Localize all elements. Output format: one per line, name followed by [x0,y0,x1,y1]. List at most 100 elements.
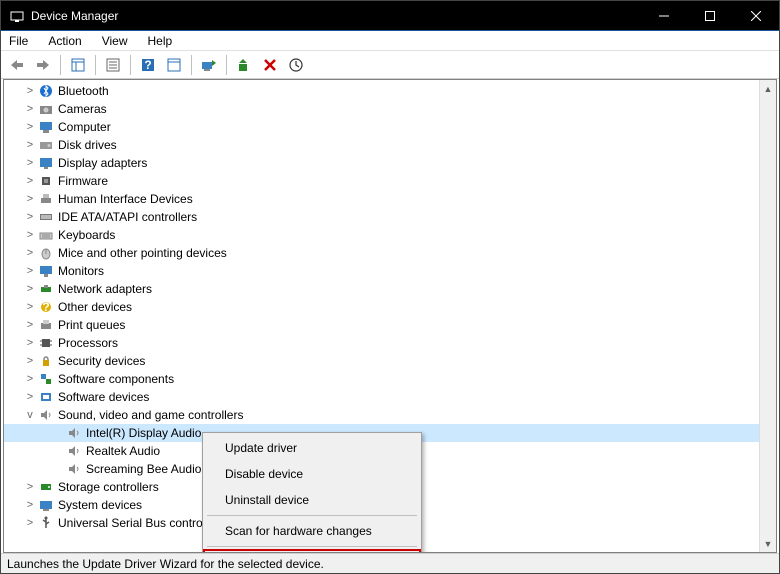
toolbar-action-button[interactable] [162,53,186,77]
tree-label: Firmware [58,174,108,188]
firmware-icon [38,173,54,189]
chevron-right-icon[interactable]: > [24,121,36,133]
tree-node-network[interactable]: >Network adapters [4,280,759,298]
tree-label: Disk drives [58,138,117,152]
toolbar-forward-button[interactable] [31,53,55,77]
tree-label: Universal Serial Bus controllers [58,516,225,530]
scroll-up-icon[interactable]: ▲ [760,80,776,97]
system-device-icon [38,497,54,513]
context-menu-properties[interactable]: Properties [203,549,421,553]
sound-icon [66,443,82,459]
chevron-down-icon[interactable]: v [24,409,36,421]
chevron-right-icon[interactable]: > [24,211,36,223]
tree-label: Storage controllers [58,480,159,494]
menu-help[interactable]: Help [144,32,177,50]
chevron-right-icon[interactable]: > [24,499,36,511]
chevron-right-icon[interactable]: > [24,355,36,367]
chevron-right-icon[interactable]: > [24,265,36,277]
chevron-right-icon[interactable]: > [24,247,36,259]
chevron-right-icon[interactable]: > [24,391,36,403]
context-menu-disable-device[interactable]: Disable device [205,461,419,487]
vertical-scrollbar[interactable]: ▲ ▼ [759,80,776,552]
tree-node-processors[interactable]: >Processors [4,334,759,352]
tree-label: Software components [58,372,174,386]
tree-label: Other devices [58,300,132,314]
tree-label: Security devices [58,354,145,368]
tree-node-print-queues[interactable]: >Print queues [4,316,759,334]
tree-node-bluetooth[interactable]: > Bluetooth [4,82,759,100]
sound-icon [66,461,82,477]
chevron-right-icon[interactable]: > [24,175,36,187]
title-bar: Device Manager [1,1,779,31]
tree-node-other[interactable]: >? Other devices [4,298,759,316]
toolbar-back-button[interactable] [5,53,29,77]
keyboard-icon [38,227,54,243]
svg-text:?: ? [42,300,49,314]
tree-node-sound[interactable]: v Sound, video and game controllers [4,406,759,424]
tree-label: System devices [58,498,142,512]
toolbar-update-driver-button[interactable] [232,53,256,77]
chevron-right-icon[interactable]: > [24,283,36,295]
tree-label: Bluetooth [58,84,109,98]
maximize-button[interactable] [687,1,733,31]
printer-icon [38,317,54,333]
toolbar-scan-button[interactable] [197,53,221,77]
scroll-down-icon[interactable]: ▼ [760,535,776,552]
tree-node-ide[interactable]: >IDE ATA/ATAPI controllers [4,208,759,226]
tree-label: Monitors [58,264,104,278]
toolbar: ? [1,51,779,79]
chevron-right-icon[interactable]: > [24,139,36,151]
software-device-icon [38,389,54,405]
tree-node-software-components[interactable]: > Software components [4,370,759,388]
tree-node-keyboards[interactable]: > Keyboards [4,226,759,244]
tree-node-computer[interactable]: > Computer [4,118,759,136]
chevron-right-icon[interactable]: > [24,193,36,205]
context-menu-uninstall-device[interactable]: Uninstall device [205,487,419,513]
chevron-right-icon[interactable]: > [24,157,36,169]
status-text: Launches the Update Driver Wizard for th… [7,557,324,571]
tree-node-cameras[interactable]: >Cameras [4,100,759,118]
chevron-right-icon[interactable]: > [24,103,36,115]
tree-node-monitors[interactable]: > Monitors [4,262,759,280]
tree-node-software-devices[interactable]: >Software devices [4,388,759,406]
chevron-right-icon[interactable]: > [24,229,36,241]
tree-node-display-adapters[interactable]: >Display adapters [4,154,759,172]
context-menu-scan-hardware[interactable]: Scan for hardware changes [205,518,419,544]
sound-icon [38,407,54,423]
toolbar-properties-button[interactable] [101,53,125,77]
menu-file[interactable]: File [5,32,32,50]
chevron-right-icon[interactable]: > [24,85,36,97]
context-menu-update-driver[interactable]: Update driver [205,435,419,461]
toolbar-show-hide-tree-button[interactable] [66,53,90,77]
tree-node-firmware[interactable]: > Firmware [4,172,759,190]
chevron-right-icon[interactable]: > [24,319,36,331]
tree-label: Mice and other pointing devices [58,246,227,260]
tree-label: Computer [58,120,111,134]
menu-view[interactable]: View [98,32,132,50]
chevron-right-icon[interactable]: > [24,481,36,493]
chevron-right-icon[interactable]: > [24,517,36,529]
tree-label: Keyboards [58,228,115,242]
tree-node-disk-drives[interactable]: > Disk drives [4,136,759,154]
tree-node-mice[interactable]: > Mice and other pointing devices [4,244,759,262]
menu-action[interactable]: Action [44,32,85,50]
content-area: > Bluetooth >Cameras > Computer > Disk driv… [3,79,777,553]
tree-label: Sound, video and game controllers [58,408,243,422]
chevron-right-icon[interactable]: > [24,301,36,313]
tree-node-security[interactable]: > Security devices [4,352,759,370]
tree-label: Realtek Audio [86,444,160,458]
chevron-right-icon[interactable]: > [24,373,36,385]
chevron-right-icon[interactable]: > [24,337,36,349]
tree-label: Screaming Bee Audio [86,462,201,476]
close-button[interactable] [733,1,779,31]
minimize-button[interactable] [641,1,687,31]
computer-icon [38,119,54,135]
tree-node-hid[interactable]: > Human Interface Devices [4,190,759,208]
toolbar-disable-button[interactable] [284,53,308,77]
toolbar-uninstall-button[interactable] [258,53,282,77]
tree-label: Human Interface Devices [58,192,193,206]
toolbar-help-button[interactable]: ? [136,53,160,77]
window-title: Device Manager [31,9,641,23]
network-adapter-icon [38,281,54,297]
status-bar: Launches the Update Driver Wizard for th… [1,553,779,573]
